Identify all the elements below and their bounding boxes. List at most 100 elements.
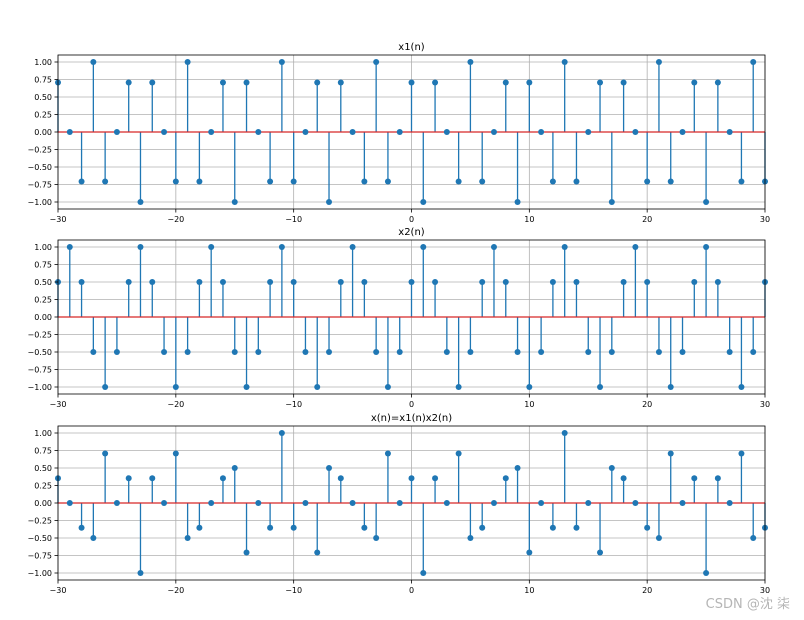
stem-marker [302,500,309,506]
stem-marker [349,244,356,250]
x-tick-label: 0 [409,215,414,224]
y-tick-label: −1.00 [27,198,52,207]
subplot-title: x(n)=x1(n)x2(n) [371,413,452,424]
stem-marker [714,279,721,285]
stem-marker [208,500,215,506]
stem-marker [113,349,120,355]
stem-marker [679,129,686,135]
stem-marker [149,79,156,86]
stem-marker [66,244,73,250]
stem-marker [243,384,250,390]
stem-marker [78,524,85,531]
stem-marker [655,349,662,355]
stem-marker [219,279,226,285]
stem-marker [726,349,733,355]
stem-marker [432,279,439,285]
stem-marker [125,475,132,482]
stem-marker [314,79,321,86]
stem-marker [196,279,203,285]
stem-marker [161,500,168,506]
stem-marker [290,524,297,531]
stem-marker [66,500,73,506]
stem-marker [337,475,344,482]
stem-marker [172,384,179,390]
stem-marker [703,199,710,205]
stem-marker [620,79,627,86]
stem-marker [632,244,639,250]
stem-marker [750,59,757,65]
stem-marker [585,500,592,506]
stem-marker [125,79,132,86]
stem-marker [408,475,415,482]
stem-marker [490,244,497,250]
y-tick-label: −0.75 [27,552,52,561]
stem-marker [337,79,344,86]
x-tick-label: −10 [285,215,302,224]
stem-marker [420,244,427,250]
y-tick-label: −0.25 [27,517,52,526]
stem-marker [113,500,120,506]
x-tick-label: −10 [285,586,302,595]
x-tick-label: 10 [524,215,534,224]
stem-marker [549,178,556,185]
y-tick-label: 0.00 [34,313,52,322]
stem-marker [443,500,450,506]
stem-marker [161,129,168,135]
figure: −30 −20 −10 0 10 20 30 −1.00 −0.75 −0.50 −0.25 0.00… [27,42,770,595]
stem-marker [278,430,285,436]
stem-marker [667,450,674,457]
stem-marker [184,59,191,65]
x-tick-label: −30 [50,586,67,595]
stem-marker [738,450,745,457]
stem-marker [102,178,109,185]
stem-marker [526,549,533,556]
stem-marker [644,524,651,531]
stem-marker [667,384,674,390]
stem-marker [644,178,651,185]
y-tick-label: 1.00 [34,243,52,252]
stem-marker [432,79,439,86]
stem-marker [526,79,533,86]
stem-marker [396,129,403,135]
stem-marker [408,279,415,285]
y-tick-label: 0.75 [34,261,52,270]
stem-marker [443,349,450,355]
stem-marker [184,349,191,355]
stem-marker [396,349,403,355]
stem-marker [149,279,156,285]
stem-marker [479,279,486,285]
stem-marker [443,129,450,135]
stem-marker [384,450,391,457]
stem-marker [302,349,309,355]
stem-marker [208,244,215,250]
y-tick-label: −0.25 [27,146,52,155]
stem-marker [538,129,545,135]
y-tick-label: 0.00 [34,128,52,137]
stem-marker [290,178,297,185]
stem-marker [502,79,509,86]
stem-marker [585,349,592,355]
stem-marker [561,244,568,250]
stem-marker [290,279,297,285]
x-tick-label: 10 [524,400,534,409]
stem-marker [102,384,109,390]
stem-marker [161,349,168,355]
stem-marker [326,349,333,355]
stem-marker [714,79,721,86]
stem-marker [585,129,592,135]
stem-marker [597,384,604,390]
stem-marker [373,349,380,355]
stem-marker [703,244,710,250]
stem-marker [679,349,686,355]
stem-marker [750,535,757,541]
stem-marker [514,349,521,355]
subplot-title: x1(n) [398,42,425,53]
stem-marker [137,570,144,576]
x-tick-label: 20 [642,215,652,224]
stem-marker [90,59,97,65]
stem-marker [726,129,733,135]
stem-marker [149,475,156,482]
stem-marker [396,500,403,506]
stem-marker [78,178,85,185]
stem-marker [644,279,651,285]
